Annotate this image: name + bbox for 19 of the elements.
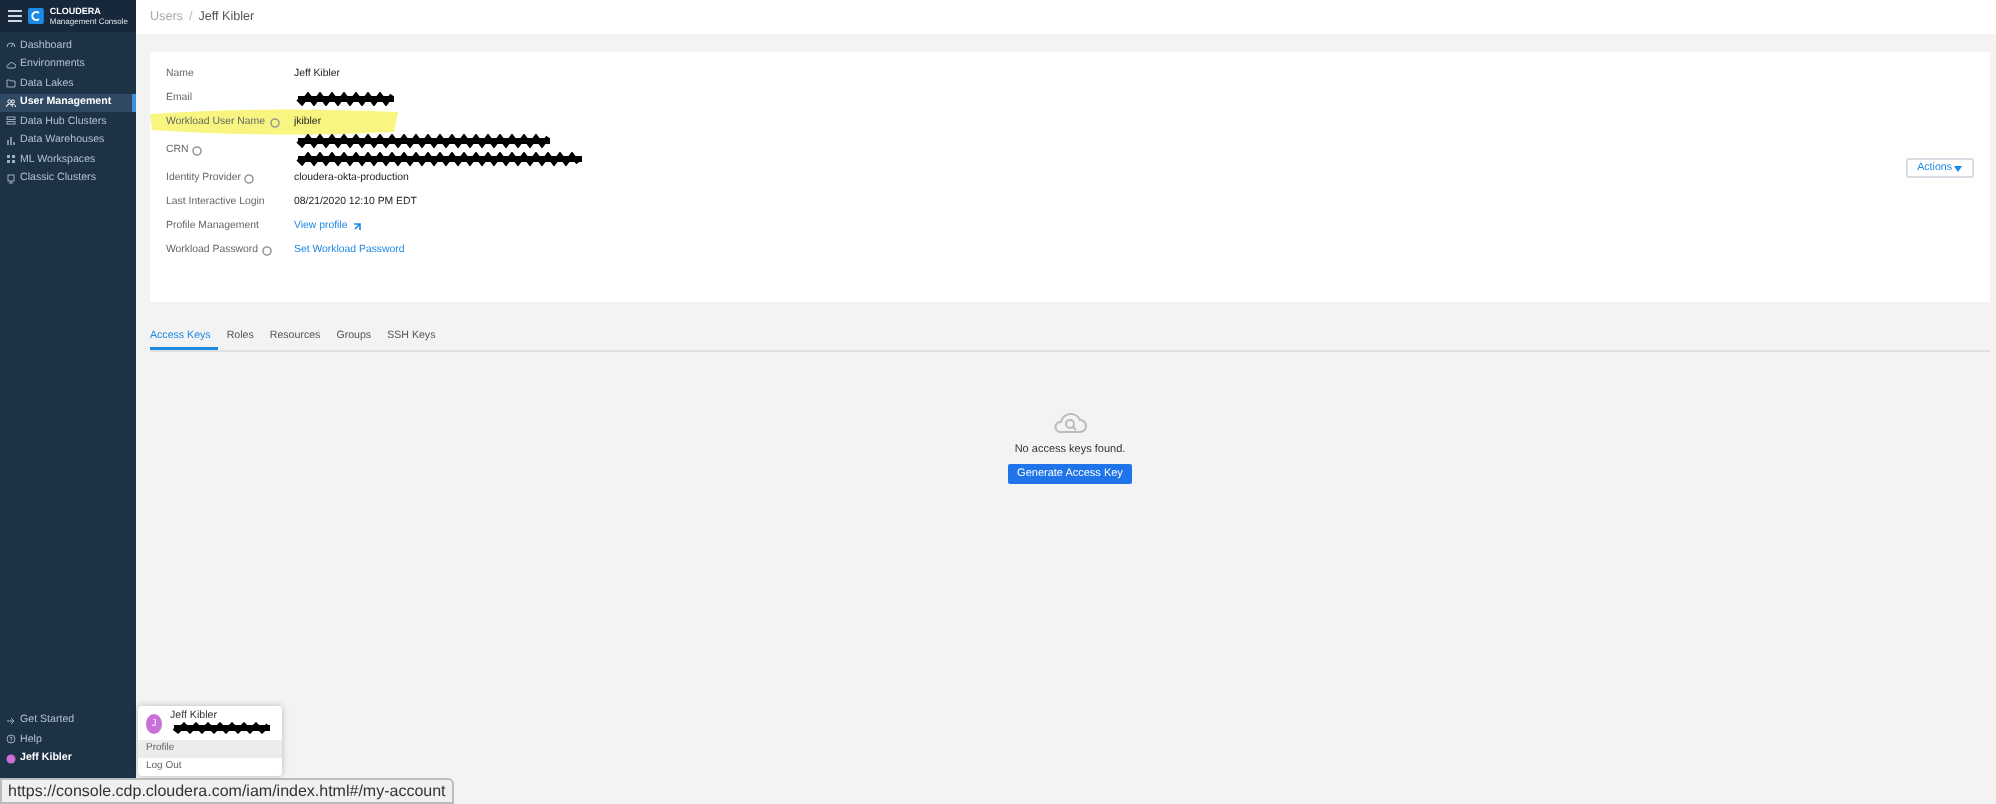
server-icon bbox=[6, 173, 16, 184]
grid-icon bbox=[6, 154, 16, 165]
users-icon bbox=[6, 97, 16, 108]
caret-icon bbox=[1954, 165, 1962, 171]
stack-icon bbox=[6, 116, 16, 127]
external-link-icon bbox=[351, 221, 362, 231]
redaction-mark bbox=[294, 91, 398, 105]
help-icon bbox=[6, 734, 16, 745]
redaction-mark bbox=[170, 722, 274, 734]
cloud-search-icon bbox=[1052, 408, 1088, 436]
menu-icon bbox=[8, 10, 22, 22]
avatar-icon bbox=[6, 753, 16, 764]
gauge-icon bbox=[6, 40, 16, 51]
folder-icon bbox=[6, 78, 16, 89]
arrow-icon bbox=[6, 715, 16, 726]
bars-icon bbox=[6, 135, 16, 146]
logo-icon bbox=[27, 8, 44, 24]
status-url: https://console.cdp.cloudera.com/iam/index.html#/my-account bbox=[0, 778, 454, 804]
cloud-icon bbox=[6, 59, 16, 70]
